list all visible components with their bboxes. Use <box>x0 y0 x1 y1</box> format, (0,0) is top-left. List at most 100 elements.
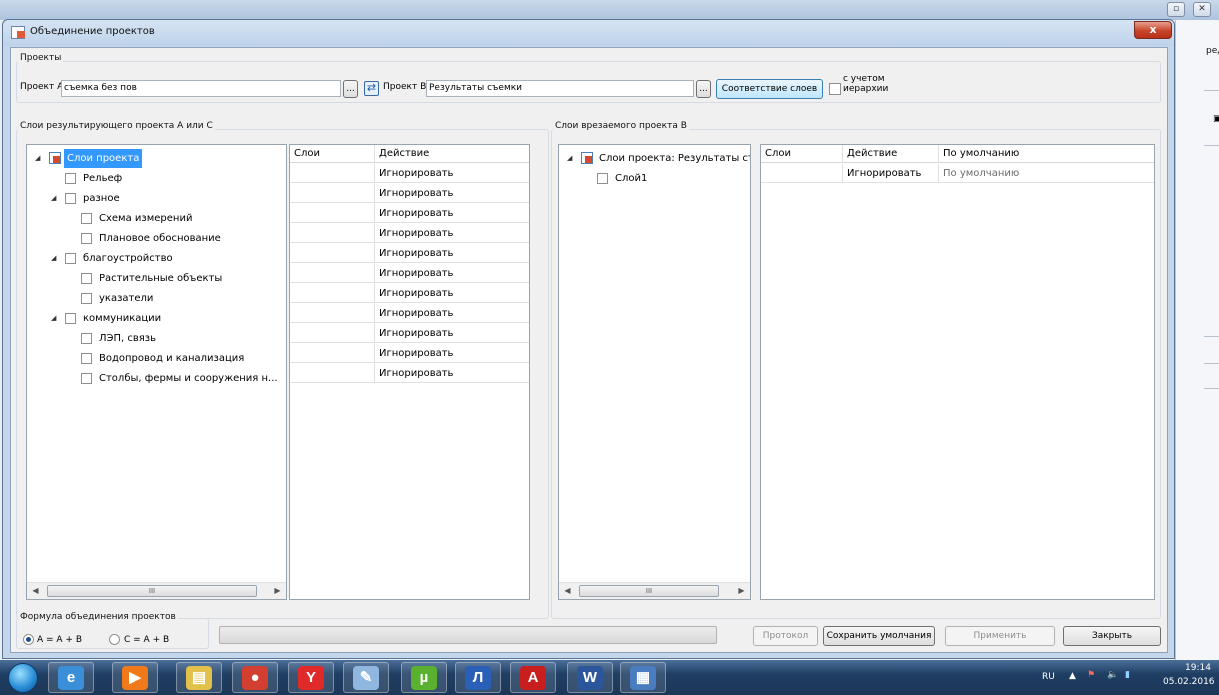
swap-projects-icon[interactable]: ⇄ <box>364 81 379 96</box>
grid-cell[interactable]: Игнорировать <box>843 164 939 183</box>
tree-node[interactable]: Рельеф <box>27 169 286 188</box>
scroll-thumb[interactable]: III <box>579 585 719 597</box>
dialog-close-button[interactable]: x <box>1134 21 1172 39</box>
hierarchy-checkbox[interactable] <box>829 83 841 95</box>
right-tree-hscrollbar[interactable]: ◀ III ▶ <box>559 582 750 599</box>
grid-cell[interactable] <box>290 284 375 303</box>
grid-cell[interactable] <box>290 304 375 323</box>
tree-node[interactable]: указатели <box>27 289 286 308</box>
grid-cell[interactable] <box>290 184 375 203</box>
language-indicator[interactable]: RU <box>1042 672 1055 682</box>
layer-checkbox[interactable] <box>65 173 76 184</box>
formula-c-radio[interactable] <box>109 634 120 645</box>
tree-node[interactable]: ЛЭП, связь <box>27 329 286 348</box>
layer-checkbox[interactable] <box>81 233 92 244</box>
tree-node[interactable]: Столбы, фермы и сооружения н... <box>27 369 286 388</box>
project-b-field[interactable]: Результаты съемки <box>426 80 694 97</box>
save-defaults-button[interactable]: Сохранить умолчания <box>823 626 935 646</box>
grid-cell[interactable]: Игнорировать <box>375 344 529 363</box>
tree-node[interactable]: ◢ Слои проекта <box>27 149 286 168</box>
close-button[interactable]: Закрыть <box>1063 626 1161 646</box>
volume-icon[interactable]: 🔈 <box>1107 670 1118 680</box>
layer-checkbox[interactable] <box>65 253 76 264</box>
scroll-thumb[interactable]: III <box>47 585 257 597</box>
grid-cell[interactable]: Игнорировать <box>375 264 529 283</box>
taskbar-utorrent[interactable]: µ <box>401 662 447 693</box>
grid-cell[interactable] <box>290 344 375 363</box>
layer-checkbox[interactable] <box>81 353 92 364</box>
taskbar-file-explorer[interactable]: ▤ <box>176 662 222 693</box>
grid-cell[interactable] <box>290 264 375 283</box>
tree-node[interactable]: ◢ благоустройство <box>27 249 286 268</box>
layer-checkbox[interactable] <box>81 213 92 224</box>
grid-cell[interactable] <box>290 164 375 183</box>
clock-date[interactable]: 05.02.2016 <box>1163 677 1215 687</box>
grid-cell[interactable]: Игнорировать <box>375 184 529 203</box>
expand-arrow-icon[interactable]: ◢ <box>567 149 577 168</box>
tree-node[interactable]: Плановое обоснование <box>27 229 286 248</box>
scroll-left-arrow-icon[interactable]: ◀ <box>559 583 576 599</box>
layer-checkbox[interactable] <box>65 313 76 324</box>
taskbar-app-l[interactable]: Л <box>455 662 501 693</box>
match-layers-button[interactable]: Соответствие слоев <box>716 79 823 99</box>
taskbar-chrome[interactable]: ● <box>232 662 278 693</box>
column-header[interactable]: По умолчанию <box>939 145 1154 163</box>
clock-time[interactable]: 19:14 <box>1185 663 1211 673</box>
tree-node[interactable]: ◢ Слои проекта: Результаты съ... <box>559 149 750 168</box>
layer-checkbox[interactable] <box>81 333 92 344</box>
expand-arrow-icon[interactable]: ◢ <box>51 309 61 328</box>
scroll-left-arrow-icon[interactable]: ◀ <box>27 583 44 599</box>
grid-cell[interactable]: Игнорировать <box>375 304 529 323</box>
action-center-flag-icon[interactable]: ⚑ <box>1087 670 1095 680</box>
expand-arrow-icon[interactable]: ◢ <box>51 249 61 268</box>
right-action-grid[interactable]: Слои Действие По умолчанию Игнорировать По у… <box>760 144 1155 600</box>
column-header[interactable]: Действие <box>843 145 939 163</box>
grid-cell[interactable] <box>290 244 375 263</box>
taskbar-paint[interactable]: ✎ <box>343 662 389 693</box>
apply-button[interactable]: Применить <box>945 626 1055 646</box>
taskbar-app-window[interactable]: ▦ <box>620 662 666 693</box>
tree-node[interactable]: Схема измерений <box>27 209 286 228</box>
column-header[interactable]: Слои <box>761 145 843 163</box>
grid-cell[interactable] <box>290 364 375 383</box>
scroll-right-arrow-icon[interactable]: ▶ <box>733 583 750 599</box>
restore-icon[interactable]: ▫ <box>1167 2 1185 17</box>
project-a-field[interactable]: съемка без пов <box>61 80 341 97</box>
grid-cell[interactable]: Игнорировать <box>375 284 529 303</box>
network-icon[interactable]: ▮ <box>1125 670 1130 680</box>
grid-cell[interactable]: Игнорировать <box>375 164 529 183</box>
layer-checkbox[interactable] <box>65 193 76 204</box>
layer-checkbox[interactable] <box>81 273 92 284</box>
taskbar-yandex-browser[interactable]: Y <box>288 662 334 693</box>
tree-node[interactable]: Растительные объекты <box>27 269 286 288</box>
layer-checkbox[interactable] <box>597 173 608 184</box>
grid-cell[interactable]: Игнорировать <box>375 224 529 243</box>
grid-cell[interactable]: Игнорировать <box>375 364 529 383</box>
left-tree-hscrollbar[interactable]: ◀ III ▶ <box>27 582 286 599</box>
left-layer-tree[interactable]: ◢ Слои проекта Рельеф ◢ разное Схема измерени… <box>26 144 287 600</box>
taskbar-media-player[interactable]: ▶ <box>112 662 158 693</box>
grid-cell[interactable]: По умолчанию <box>939 164 1154 183</box>
start-button[interactable] <box>8 663 38 693</box>
project-a-browse-button[interactable]: ... <box>343 80 358 98</box>
taskbar-word[interactable]: W <box>567 662 613 693</box>
protocol-button[interactable]: Протокол <box>753 626 818 646</box>
project-b-browse-button[interactable]: ... <box>696 80 711 98</box>
scroll-right-arrow-icon[interactable]: ▶ <box>269 583 286 599</box>
dialog-titlebar[interactable]: Объединение проектов x <box>3 20 1174 46</box>
grid-cell[interactable]: Игнорировать <box>375 244 529 263</box>
grid-cell[interactable] <box>761 164 843 183</box>
expand-arrow-icon[interactable]: ◢ <box>35 149 45 168</box>
formula-a-radio[interactable] <box>23 634 34 645</box>
tree-node[interactable]: Слой1 <box>559 169 750 188</box>
column-header[interactable]: Действие <box>375 145 529 163</box>
layer-checkbox[interactable] <box>81 373 92 384</box>
layer-checkbox[interactable] <box>81 293 92 304</box>
expand-arrow-icon[interactable]: ◢ <box>51 189 61 208</box>
tree-node[interactable]: Водопровод и канализация <box>27 349 286 368</box>
tree-node[interactable]: ◢ разное <box>27 189 286 208</box>
right-layer-tree[interactable]: ◢ Слои проекта: Результаты съ... Слой1 ◀ I… <box>558 144 751 600</box>
grid-cell[interactable] <box>290 224 375 243</box>
taskbar-internet-explorer[interactable]: e <box>48 662 94 693</box>
taskbar-acrobat-reader[interactable]: A <box>510 662 556 693</box>
